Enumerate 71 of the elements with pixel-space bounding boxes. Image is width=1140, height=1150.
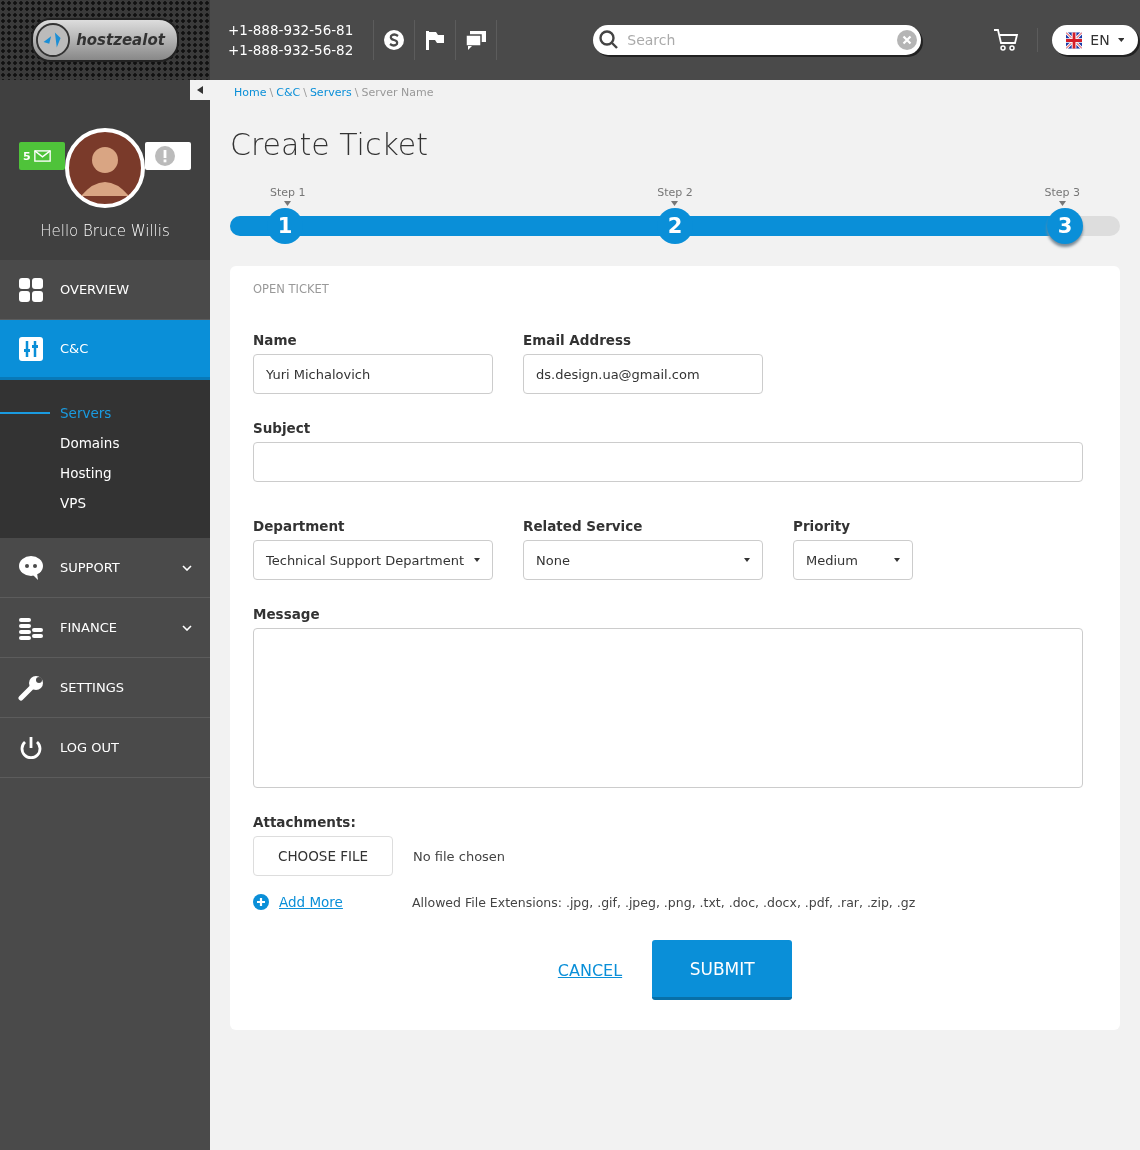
file-status: No file chosen [413, 848, 506, 864]
field-label: Related Service [523, 518, 644, 534]
service-dropdown[interactable]: None [523, 540, 763, 580]
caret-icon [1117, 38, 1125, 42]
search-field[interactable]: Search [593, 25, 922, 55]
caret-icon [284, 201, 292, 206]
email-field[interactable]: ds.design.ua@gmail.com [523, 354, 763, 394]
nav-item[interactable]: SUPPORT [0, 538, 210, 598]
submit-button[interactable]: SUBMIT [652, 940, 793, 1000]
phone-number: +1-888-932-56-81 [228, 21, 354, 40]
nav-item[interactable]: SETTINGS [0, 658, 210, 718]
collapse-button[interactable] [190, 80, 210, 100]
nav-item[interactable]: LOG OUT [0, 718, 210, 778]
breadcrumb-separator: \ [269, 86, 274, 99]
step-label: Step 1 [270, 186, 306, 206]
nav-item[interactable]: FINANCE [0, 598, 210, 658]
breadcrumb-item: Server Name [361, 86, 434, 99]
breadcrumb-separator: \ [354, 86, 359, 99]
submenu-item[interactable]: Domains [0, 428, 210, 458]
language-selector[interactable]: EN [1052, 25, 1139, 55]
name-field[interactable]: Yuri Michalovich [253, 354, 493, 394]
step-circle: 1 [267, 208, 303, 244]
phone-number: +1-888-932-56-82 [228, 41, 354, 60]
field-label: Priority [793, 518, 851, 534]
department-dropdown[interactable]: Technical Support Department [253, 540, 493, 580]
caret-icon [671, 201, 679, 206]
field-label: Email Address [523, 332, 632, 348]
allowed-extensions: Allowed File Extensions: .jpg, .gif, .jpeg, .png, .txt, .doc, .docx, .pdf, .rar, .zip, .gz [412, 894, 916, 910]
sliders-icon [18, 335, 44, 362]
breadcrumb-separator: \ [303, 86, 307, 99]
field-label: Attachments: [253, 814, 357, 830]
step-label: Step 3 [1044, 186, 1080, 206]
logo-icon [36, 23, 71, 57]
submenu-item[interactable]: Hosting [0, 458, 210, 488]
caret-icon [474, 558, 480, 562]
union-jack-flag-icon [1066, 31, 1083, 49]
caret-icon [744, 558, 750, 562]
field-label: Subject [253, 420, 312, 436]
chevron-down-icon [182, 624, 192, 631]
message-field[interactable] [253, 628, 1083, 788]
chat-icon [18, 554, 44, 581]
subject-field[interactable] [253, 442, 1083, 482]
field-label: Name [253, 332, 298, 348]
caret-icon [894, 558, 900, 562]
grid-icon [18, 276, 44, 303]
add-more-link[interactable]: Add More [279, 894, 343, 910]
step-circle: 3 [1047, 208, 1083, 244]
caret-icon [1058, 201, 1066, 206]
exclamation-icon [155, 146, 175, 166]
envelope-icon [33, 149, 51, 163]
page-title: Create Ticket [230, 127, 429, 162]
plus-icon[interactable] [253, 894, 269, 910]
cart-icon[interactable] [993, 28, 1039, 52]
step-circle: 2 [657, 208, 693, 244]
wrench-icon [18, 674, 44, 701]
step-label: Step 2 [657, 186, 693, 206]
submenu-item[interactable]: Servers [0, 398, 210, 428]
choose-file-button[interactable]: CHOOSE FILE [253, 836, 393, 876]
power-icon [18, 734, 44, 761]
priority-dropdown[interactable]: Medium [793, 540, 913, 580]
chevron-down-icon [182, 564, 192, 571]
logo[interactable]: hostzealot [31, 18, 179, 62]
field-label: Department [253, 518, 346, 534]
greeting: Hello Bruce Willis [40, 222, 170, 240]
collapse-icon [197, 86, 203, 94]
cancel-link[interactable]: CANCEL [557, 960, 623, 980]
search-icon [599, 30, 620, 50]
field-label: Message [253, 606, 321, 622]
section-title: OPEN TICKET [253, 282, 330, 296]
submenu-item[interactable]: VPS [0, 488, 210, 518]
nav-item[interactable]: C&C [0, 320, 210, 380]
